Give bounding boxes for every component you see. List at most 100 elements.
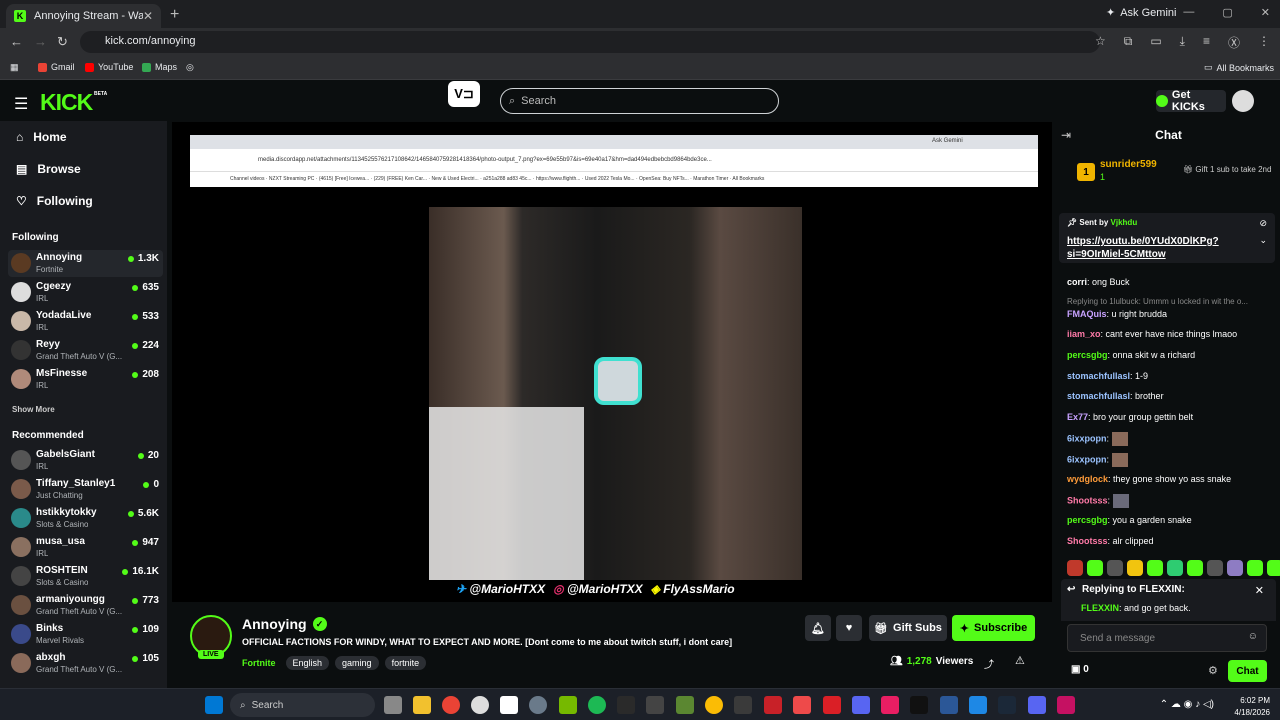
channel-item[interactable]: Cgeezy IRL 635: [8, 279, 163, 306]
menu-hamburger-icon[interactable]: ☰: [14, 94, 28, 114]
discord-icon[interactable]: [852, 696, 870, 714]
channel-item[interactable]: GabelsGiant IRL 20: [8, 447, 163, 474]
kick-logo[interactable]: KICK: [40, 89, 93, 116]
chat-username[interactable]: corri: [1067, 277, 1087, 287]
collapse-chat-icon[interactable]: ⇥: [1061, 128, 1071, 142]
chat-username[interactable]: Shootsss: [1067, 495, 1108, 505]
chrome-icon[interactable]: [442, 696, 460, 714]
channel-item[interactable]: armaniyoungg Grand Theft Auto V (G... 773: [8, 592, 163, 619]
channel-item[interactable]: hstikkytokky Slots & Casino 5.6K: [8, 505, 163, 532]
tag[interactable]: English: [285, 656, 330, 670]
close-reply-icon[interactable]: ✕: [1255, 584, 1264, 597]
emote-image[interactable]: [1247, 560, 1263, 576]
subscribe-button[interactable]: ✦ Subscribe: [952, 615, 1035, 641]
chat-username[interactable]: iiam_xo: [1067, 329, 1101, 339]
app-icon[interactable]: [471, 696, 489, 714]
bookmark-youtube[interactable]: YouTube: [85, 62, 133, 72]
bookmark-star-icon[interactable]: ☆: [1095, 34, 1106, 51]
extensions-icon[interactable]: ⧉: [1124, 34, 1133, 51]
forward-icon[interactable]: →: [34, 34, 47, 49]
emote-image[interactable]: [1227, 560, 1243, 576]
emote-image[interactable]: [1167, 560, 1183, 576]
chrome-profile-icon[interactable]: [705, 696, 723, 714]
channel-item[interactable]: MsFinesse IRL 208: [8, 366, 163, 393]
chat-message-input[interactable]: Send a message ☺: [1067, 624, 1267, 652]
chat-username[interactable]: percsgbg: [1067, 515, 1108, 525]
channel-item[interactable]: abxgh Grand Theft Auto V (G... 105: [8, 650, 163, 677]
emote-image[interactable]: [1147, 560, 1163, 576]
new-tab-button[interactable]: +: [170, 6, 179, 24]
video-player[interactable]: media.discordapp.net/attachments/1134525…: [172, 122, 1052, 602]
emote-image[interactable]: [1187, 560, 1203, 576]
steam-icon[interactable]: [998, 696, 1016, 714]
share-icon[interactable]: ⤴: [984, 656, 994, 671]
tray-icons[interactable]: ⌃ ☁ ◉ ♪ ◁): [1160, 699, 1214, 711]
app-icon[interactable]: [734, 696, 752, 714]
chevron-down-icon[interactable]: ⌄: [1259, 235, 1267, 246]
tag[interactable]: gaming: [335, 656, 379, 670]
file-explorer-icon[interactable]: [413, 696, 431, 714]
globe-icon[interactable]: ◎: [186, 62, 194, 73]
browser-tab[interactable]: K Annoying Stream - Watch Live ✕: [6, 4, 161, 28]
follow-button[interactable]: ♥: [836, 615, 862, 641]
spotify-icon[interactable]: [588, 696, 606, 714]
emote-image[interactable]: [1207, 560, 1223, 576]
task-view-icon[interactable]: [384, 696, 402, 714]
chat-username[interactable]: percsgbg: [1067, 350, 1108, 360]
sidebar-item-following[interactable]: ♡ Following: [16, 194, 93, 208]
chat-username[interactable]: 6ixxpopn: [1067, 433, 1107, 443]
chat-username[interactable]: 6ixxpopn: [1067, 454, 1107, 464]
ask-gemini-button[interactable]: ✦ Ask Gemini: [1106, 6, 1176, 20]
send-chat-button[interactable]: Chat: [1228, 660, 1267, 682]
chat-username[interactable]: stomachfullasl: [1067, 391, 1130, 401]
bookmark-maps[interactable]: Maps: [142, 62, 177, 72]
gift-prompt[interactable]: 🎁︎ Gift 1 sub to take 2nd: [1183, 165, 1271, 174]
sidebar-item-browse[interactable]: ▤ Browse: [16, 162, 81, 176]
emoji-icon[interactable]: ☺: [1248, 631, 1258, 642]
app-icon[interactable]: [940, 696, 958, 714]
settings-gear-icon[interactable]: ⚙: [1208, 664, 1218, 677]
channel-item[interactable]: Annoying Fortnite 1.3K: [8, 250, 163, 277]
channel-item[interactable]: musa_usa IRL 947: [8, 534, 163, 561]
maximize-icon[interactable]: ▢: [1222, 6, 1232, 19]
adobe-acrobat-icon[interactable]: [823, 696, 841, 714]
menu-icon[interactable]: ⋮: [1258, 34, 1270, 51]
pinned-user[interactable]: Vjkhdu: [1111, 218, 1138, 227]
profile-icon[interactable]: Ⓧ: [1228, 34, 1240, 51]
bookmark-gmail[interactable]: Gmail: [38, 62, 75, 72]
epic-games-icon[interactable]: [617, 696, 635, 714]
settings-app-icon[interactable]: [529, 696, 547, 714]
vlc-extension-icon[interactable]: V⊐: [448, 81, 480, 107]
cast-icon[interactable]: ▭: [1150, 34, 1161, 51]
minimize-icon[interactable]: —: [1183, 6, 1194, 19]
close-tab-icon[interactable]: ✕: [143, 9, 153, 23]
notification-bell-button[interactable]: 🔔︎: [805, 615, 831, 641]
kicks-balance[interactable]: ▣ 0: [1071, 664, 1089, 675]
windows-start-icon[interactable]: [205, 696, 223, 714]
apps-icon[interactable]: ▦: [10, 62, 19, 73]
chat-username[interactable]: Shootsss: [1067, 536, 1108, 546]
app-f-icon[interactable]: [500, 696, 518, 714]
chat-username[interactable]: wydglock: [1067, 474, 1108, 484]
chat-username[interactable]: FMAQuis: [1067, 309, 1107, 319]
clock[interactable]: 6:02 PM 4/18/2026: [1234, 695, 1270, 719]
emote-image[interactable]: [1267, 560, 1280, 576]
channel-item[interactable]: Reyy Grand Theft Auto V (G... 224: [8, 337, 163, 364]
chat-username[interactable]: stomachfullasl: [1067, 371, 1130, 381]
show-more-link[interactable]: Show More: [12, 405, 55, 414]
channel-item[interactable]: ROSHTEIN Slots & Casino 16.1K: [8, 563, 163, 590]
close-window-icon[interactable]: ✕: [1261, 6, 1270, 19]
gift-subs-button[interactable]: 🎁︎ Gift Subs: [869, 615, 947, 641]
user-avatar[interactable]: [1232, 90, 1254, 112]
app-icon[interactable]: [969, 696, 987, 714]
gifter-name[interactable]: sunrider599: [1100, 159, 1157, 170]
hide-pin-icon[interactable]: ⊘: [1259, 218, 1267, 229]
capcut-icon[interactable]: [646, 696, 664, 714]
sidebar-item-home[interactable]: ⌂ Home: [16, 130, 67, 144]
back-icon[interactable]: ←: [10, 34, 23, 49]
report-icon[interactable]: ⚠: [1015, 654, 1025, 667]
tag[interactable]: fortnite: [384, 656, 427, 670]
url-field[interactable]: kick.com/annoying: [80, 31, 1100, 53]
app-icon[interactable]: [1057, 696, 1075, 714]
app-icon[interactable]: [1028, 696, 1046, 714]
